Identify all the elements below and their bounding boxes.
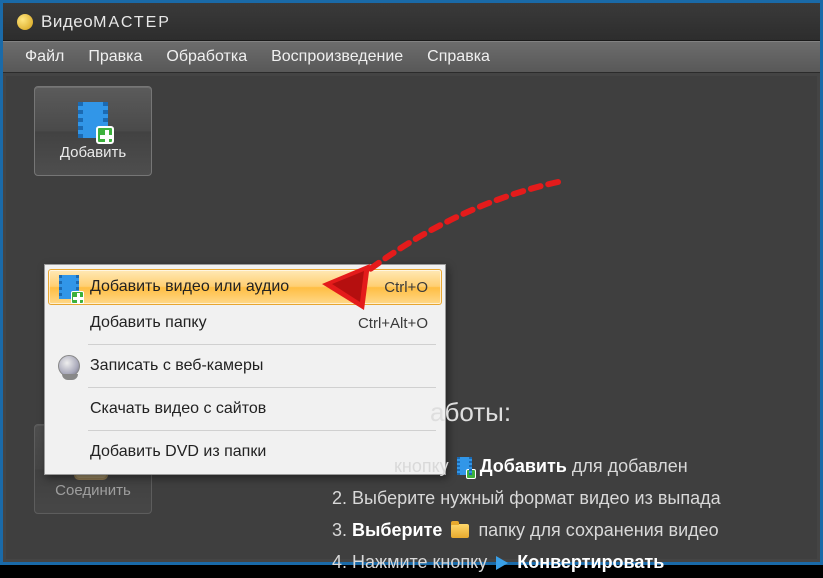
- film-plus-icon: [78, 102, 108, 138]
- film-plus-icon: [457, 457, 472, 475]
- add-button-label: Добавить: [60, 144, 126, 161]
- ctx-item-label: Записать с веб-камеры: [86, 357, 428, 375]
- instruction-line-2: 2. Выберите нужный формат видео из выпад…: [332, 482, 817, 514]
- ctx-item-shortcut: Ctrl+O: [384, 279, 436, 296]
- menu-file[interactable]: Файл: [13, 44, 76, 70]
- folder-icon: [451, 524, 469, 538]
- instruction-line-1: кнопку Добавить для добавлен: [394, 450, 817, 482]
- instructions-panel: аботы: кнопку Добавить для добавлен 2. В…: [332, 396, 817, 578]
- menu-process[interactable]: Обработка: [154, 44, 259, 70]
- ctx-record-webcam[interactable]: Записать с веб-камеры: [48, 348, 442, 384]
- main-area: Добавить Соединить Добавить видео или ау…: [6, 76, 817, 559]
- app-title-part2: МАСТЕР: [93, 14, 171, 31]
- ctx-item-label: Добавить папку: [86, 314, 358, 332]
- instruction-line-4: 4. Нажмите кнопку Конвертировать: [332, 546, 817, 578]
- instruction-line-3: 3. Выберите папку для сохранения видео: [332, 514, 817, 546]
- app-window: ВидеоМАСТЕР Файл Правка Обработка Воспро…: [0, 0, 823, 565]
- app-icon: [17, 14, 33, 30]
- app-title: ВидеоМАСТЕР: [41, 12, 171, 32]
- menu-edit[interactable]: Правка: [76, 44, 154, 70]
- webcam-icon: [58, 355, 80, 377]
- menu-bar: Файл Правка Обработка Воспроизведение Сп…: [3, 41, 820, 73]
- ctx-item-label: Добавить видео или аудио: [86, 278, 384, 296]
- ctx-add-folder[interactable]: Добавить папку Ctrl+Alt+O: [48, 305, 442, 341]
- ctx-separator: [88, 387, 436, 388]
- menu-help[interactable]: Справка: [415, 44, 502, 70]
- join-button-label: Соединить: [55, 482, 131, 499]
- instructions-heading: аботы:: [430, 396, 817, 428]
- play-icon: [496, 556, 508, 570]
- title-bar: ВидеоМАСТЕР: [3, 3, 820, 41]
- ctx-separator: [88, 344, 436, 345]
- ctx-item-shortcut: Ctrl+Alt+O: [358, 315, 436, 332]
- app-title-part1: Видео: [41, 12, 93, 31]
- ctx-add-video-audio[interactable]: Добавить видео или аудио Ctrl+O: [48, 269, 442, 305]
- menu-playback[interactable]: Воспроизведение: [259, 44, 415, 70]
- add-button[interactable]: Добавить: [34, 86, 152, 176]
- film-plus-icon: [59, 275, 79, 299]
